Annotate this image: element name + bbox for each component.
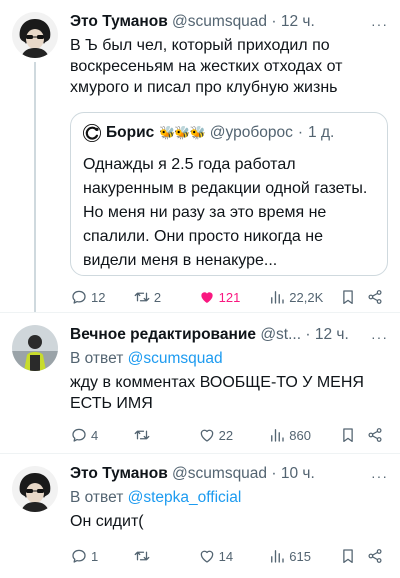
bookmark-icon — [339, 426, 357, 444]
like-count: 121 — [218, 289, 241, 305]
bookmark-button[interactable] — [339, 426, 366, 444]
share-button[interactable] — [366, 426, 390, 444]
bookmark-button[interactable] — [339, 288, 366, 306]
tweet-actions: 12 2 121 22,2K — [70, 286, 390, 308]
views-button[interactable]: 22,2K — [268, 288, 339, 306]
tweet-actions: 4 22 860 — [70, 424, 390, 446]
retweet-button[interactable] — [133, 547, 198, 565]
reply-button[interactable]: 1 — [70, 547, 133, 565]
tweet-actions: 1 14 615 — [70, 545, 390, 567]
tweet-header: Вечное редактирование @st... · 12 ч. ··· — [70, 325, 392, 345]
timestamp[interactable]: 12 ч. — [281, 13, 315, 30]
views-button[interactable]: 860 — [268, 426, 339, 444]
timestamp[interactable]: 12 ч. — [315, 326, 349, 343]
ouroboros-avatar-icon — [83, 124, 101, 142]
reply-count: 12 — [91, 289, 106, 305]
display-name[interactable]: Вечное редактирование — [70, 326, 256, 343]
like-count: 14 — [218, 548, 234, 564]
tweet-text: В Ъ был чел, который приходил по воскрес… — [70, 37, 343, 96]
like-count: 22 — [218, 427, 234, 443]
views-icon — [268, 426, 286, 444]
reply-to-link[interactable]: @scumsquad — [128, 350, 223, 367]
tweet-3[interactable]: Это Туманов @scumsquad · 10 ч. ··· В отв… — [0, 454, 400, 578]
view-count: 22,2K — [289, 289, 324, 305]
quoted-tweet[interactable]: Борис 🐝🐝🐝 @уроборос · 1 д. Однажды я 2.5… — [70, 112, 388, 276]
share-icon — [366, 288, 384, 306]
tweet-text: Он сидит( — [70, 513, 144, 530]
user-handle[interactable]: @scumsquad — [172, 465, 267, 482]
like-button[interactable]: 22 — [198, 426, 269, 444]
more-options-icon[interactable]: ··· — [371, 14, 388, 34]
reply-to-link[interactable]: @stepka_official — [128, 489, 242, 506]
bookmark-button[interactable] — [339, 547, 366, 565]
bookmark-icon — [339, 547, 357, 565]
retweet-count: 2 — [153, 289, 162, 305]
tweet-1[interactable]: Это Туманов @scumsquad · 12 ч. ··· В Ъ б… — [0, 0, 400, 312]
retweet-icon — [133, 288, 151, 306]
reply-icon — [70, 288, 88, 306]
quoted-tweet-header: Борис 🐝🐝🐝 @уроборос · 1 д. — [83, 123, 375, 143]
views-button[interactable]: 615 — [268, 547, 339, 565]
reply-context: В ответ @stepka_official — [70, 488, 392, 508]
separator-dot: · — [305, 326, 311, 343]
tweet-text: жду в комментах ВООБЩЕ-ТО У МЕНЯ ЕСТЬ ИМ… — [70, 374, 364, 412]
share-button[interactable] — [366, 288, 390, 306]
share-icon — [366, 547, 384, 565]
tweet-header: Это Туманов @scumsquad · 12 ч. ··· — [70, 12, 392, 32]
thread-line — [34, 62, 36, 312]
view-count: 860 — [289, 427, 311, 443]
retweet-button[interactable]: 2 — [133, 288, 198, 306]
like-button[interactable]: 14 — [198, 547, 269, 565]
reply-count: 1 — [91, 548, 99, 564]
retweet-icon — [133, 426, 151, 444]
views-icon — [268, 547, 286, 565]
avatar[interactable] — [12, 466, 58, 512]
reply-button[interactable]: 4 — [70, 426, 133, 444]
avatar[interactable] — [12, 325, 58, 371]
reply-icon — [70, 426, 88, 444]
share-icon — [366, 426, 384, 444]
avatar[interactable] — [12, 12, 58, 58]
reply-count: 4 — [91, 427, 99, 443]
heart-icon — [198, 547, 216, 565]
like-button[interactable]: 121 — [198, 288, 269, 306]
display-name[interactable]: Это Туманов — [70, 465, 168, 482]
heart-icon — [198, 288, 216, 306]
separator-dot: · — [297, 124, 304, 141]
heart-icon — [198, 426, 216, 444]
view-count: 615 — [289, 548, 311, 564]
reply-prefix: В ответ — [70, 489, 124, 506]
reply-icon — [70, 547, 88, 565]
user-handle[interactable]: @st... — [260, 326, 301, 343]
timestamp[interactable]: 10 ч. — [281, 465, 315, 482]
quoted-tweet-text: Однажды я 2.5 года работал накуренным в … — [83, 156, 368, 269]
share-button[interactable] — [366, 547, 390, 565]
separator-dot: · — [271, 465, 277, 482]
retweet-button[interactable] — [133, 426, 198, 444]
display-name[interactable]: Это Туманов — [70, 13, 168, 30]
user-handle[interactable]: @scumsquad — [172, 13, 267, 30]
reply-button[interactable]: 12 — [70, 288, 133, 306]
reply-context: В ответ @scumsquad — [70, 349, 392, 369]
more-options-icon[interactable]: ··· — [371, 466, 388, 486]
bee-emoji-badges: 🐝🐝🐝 — [159, 125, 206, 140]
quoted-user-handle[interactable]: @уроборос — [210, 123, 293, 143]
views-icon — [268, 288, 286, 306]
bookmark-icon — [339, 288, 357, 306]
tweet-header: Это Туманов @scumsquad · 10 ч. ··· — [70, 464, 392, 484]
quoted-display-name[interactable]: Борис — [106, 123, 154, 143]
more-options-icon[interactable]: ··· — [371, 327, 388, 347]
reply-prefix: В ответ — [70, 350, 124, 367]
tweet-2[interactable]: Вечное редактирование @st... · 12 ч. ···… — [0, 313, 400, 453]
retweet-icon — [133, 547, 151, 565]
separator-dot: · — [271, 13, 277, 30]
quoted-timestamp[interactable]: 1 д. — [308, 123, 334, 143]
